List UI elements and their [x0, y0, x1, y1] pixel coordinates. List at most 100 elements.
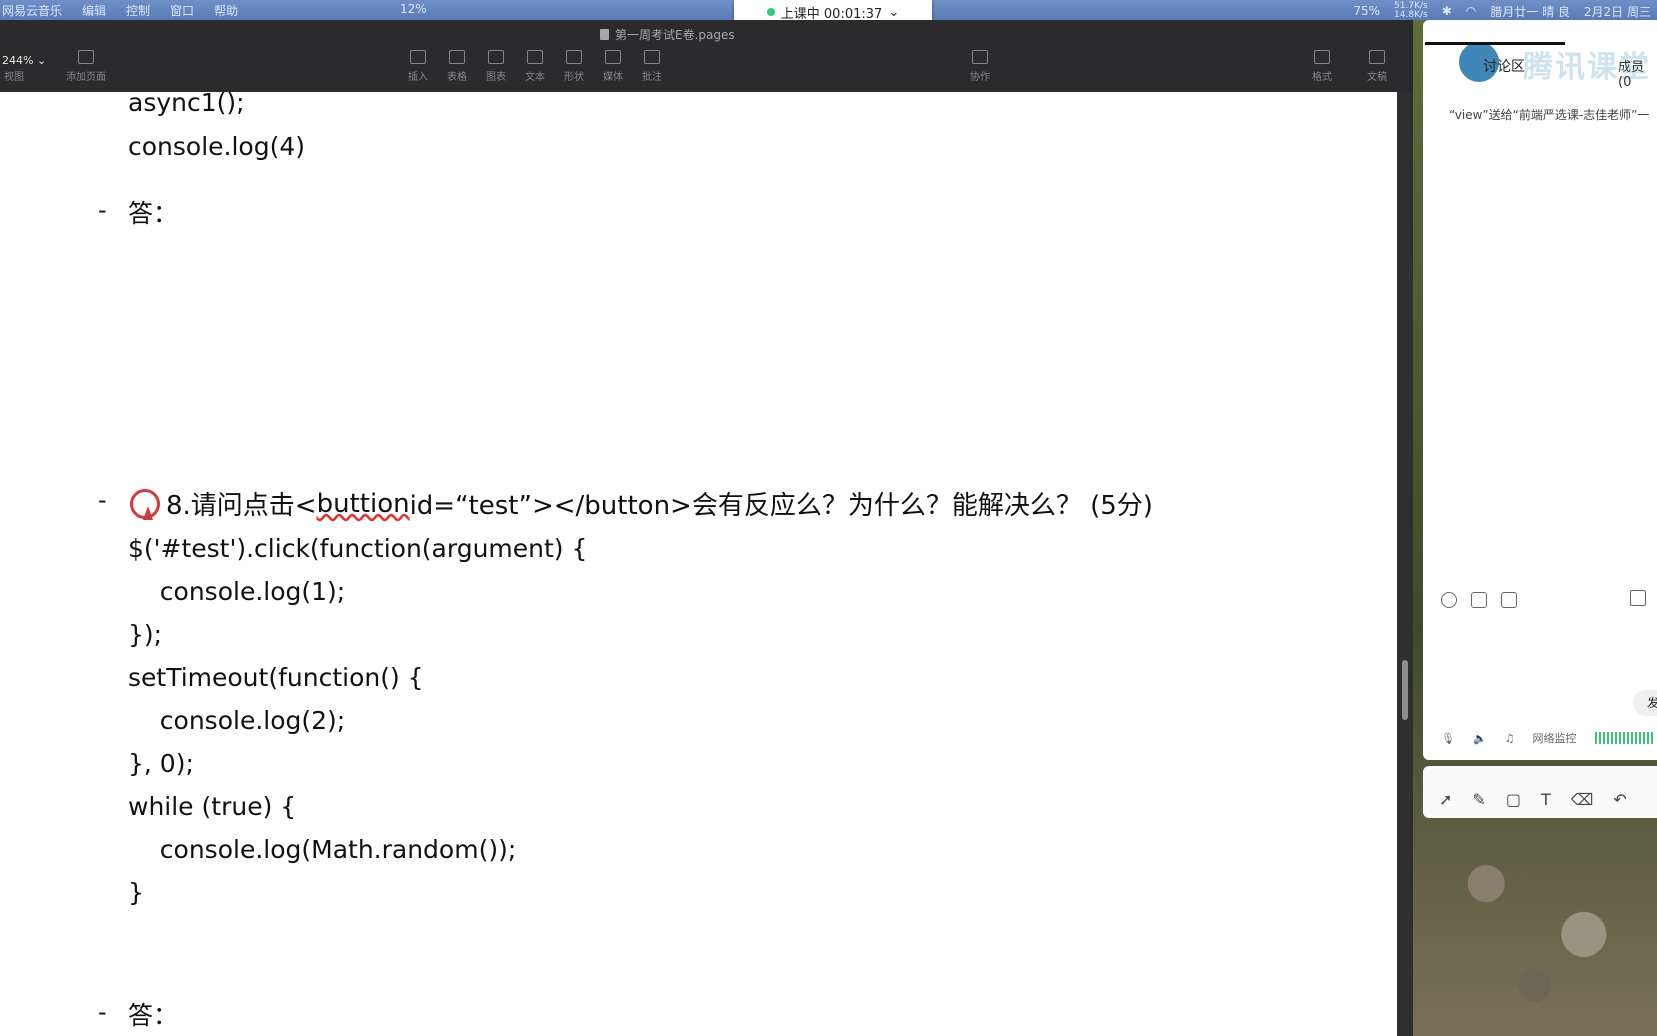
code-line: $('#test').click(function(argument) { [128, 534, 588, 563]
network-monitor-label[interactable]: 网络监控 [1533, 730, 1577, 746]
clock[interactable]: 2月2日 周三 [1584, 3, 1651, 20]
network-speed: 51.7K/s 14.8K/s [1394, 2, 1428, 20]
image-icon[interactable] [1501, 592, 1517, 608]
document-button[interactable]: 文稿 [1367, 50, 1387, 83]
code-line: console.log(1); [128, 577, 346, 606]
media-icon [605, 50, 621, 64]
scissors-icon[interactable] [1471, 592, 1487, 608]
question-8-title: 8.请问点击< buttion id=“test”></button>会有反应么？… [130, 485, 1153, 522]
view-label: 视图 [4, 72, 24, 83]
whiteboard-toolbar: ➚ ✎ ▢ T ⌫ ↶ [1423, 766, 1657, 818]
code-line: async1(); [128, 92, 245, 117]
menu-control[interactable]: 控制 [126, 2, 150, 19]
add-page-button[interactable]: 添加页面 [66, 50, 106, 83]
chart-label: 图表 [486, 72, 506, 83]
comment-icon [644, 50, 660, 64]
collaborate-button[interactable]: 协作 [970, 50, 990, 83]
text-button[interactable]: 文本 [525, 50, 545, 83]
net-down: 14.8K/s [1394, 10, 1428, 20]
question-8-text-post: id=“test”></button>会有反应么？为什么？能解决么？ (5分) [409, 491, 1153, 521]
brush-icon [1314, 50, 1330, 64]
menu-edit[interactable]: 编辑 [82, 2, 106, 19]
scrollbar-thumb[interactable] [1402, 660, 1408, 720]
shape-icon [566, 50, 582, 64]
document-icon [1369, 50, 1385, 64]
answer-label: 答： [128, 1001, 179, 1030]
code-line: console.log(4) [128, 132, 306, 161]
pen-icon[interactable]: ✎ [1472, 790, 1485, 809]
add-page-icon [78, 50, 94, 64]
menu-window[interactable]: 窗口 [170, 2, 194, 19]
list-bullet: - [98, 196, 107, 224]
code-line: console.log(Math.random()); [128, 835, 517, 864]
code-line: } [128, 878, 144, 907]
eraser-icon[interactable]: ⌫ [1571, 790, 1594, 809]
format-button[interactable]: 格式 [1312, 50, 1332, 83]
chart-icon [488, 50, 504, 64]
table-button[interactable]: 表格 [447, 50, 467, 83]
calendar-status[interactable]: 腊月廿一 晴 良 [1490, 3, 1570, 20]
code-line: console.log(2); [128, 706, 346, 735]
shape-label: 形状 [564, 72, 584, 83]
menu-help[interactable]: 帮助 [214, 2, 238, 19]
insert-label: 插入 [408, 72, 428, 83]
speaker-icon[interactable]: 🔈 [1473, 732, 1487, 745]
pages-toolbar: 第一周考试E卷.pages 244% ⌄ 视图 添加页面 插入 表格 图表 文本 [0, 20, 1413, 92]
table-label: 表格 [447, 72, 467, 83]
tab-discussion[interactable]: 讨论区 [1483, 56, 1525, 76]
media-label: 媒体 [603, 72, 623, 83]
code-line: }); [128, 620, 163, 649]
code-line: while (true) { [128, 792, 297, 821]
microphone-icon[interactable]: 🎙 [1441, 732, 1455, 745]
pages-window: 第一周考试E卷.pages 244% ⌄ 视图 添加页面 插入 表格 图表 文本 [0, 20, 1413, 1036]
code-line: setTimeout(function() { [128, 663, 424, 692]
emoji-icon[interactable] [1441, 592, 1457, 608]
audio-controls: 🎙 🔈 ♫ 网络监控 [1441, 730, 1655, 746]
document-title-text: 第一周考试E卷.pages [615, 28, 735, 42]
text-tool-icon[interactable]: T [1541, 790, 1551, 809]
pointer-icon[interactable]: ➚ [1439, 790, 1452, 809]
collaborate-label: 协作 [970, 72, 990, 83]
chart-button[interactable]: 图表 [486, 50, 506, 83]
panel-expand-icon[interactable] [1630, 590, 1646, 606]
send-button[interactable]: 发 [1633, 690, 1657, 716]
paragraph-icon [410, 50, 426, 64]
code-line: }, 0); [128, 749, 194, 778]
rectangle-icon[interactable]: ▢ [1506, 790, 1521, 809]
question-8-text-pre: 8.请问点击< [166, 491, 317, 521]
document-canvas[interactable]: async1(); console.log(4) - 答： - 8.请问点击< b… [0, 92, 1397, 1036]
music-icon[interactable]: ♫ [1505, 732, 1515, 745]
battery-indicator[interactable]: 75% [1353, 4, 1380, 18]
network-level-icon [1594, 732, 1655, 744]
document-title: 第一周考试E卷.pages [600, 26, 735, 43]
chevron-down-icon[interactable]: ⌄ [888, 5, 899, 20]
collaborate-icon [972, 50, 988, 64]
zoom-selector[interactable]: 244% ⌄ [2, 54, 46, 67]
list-bullet: - [98, 998, 107, 1026]
vertical-scrollbar[interactable] [1397, 92, 1413, 1036]
chat-input-tools [1441, 592, 1517, 608]
document-label: 文稿 [1367, 72, 1387, 83]
insert-button[interactable]: 插入 [408, 50, 428, 83]
tab-indicator [1425, 42, 1565, 45]
tab-members[interactable]: 成员(0 [1618, 56, 1657, 90]
view-button[interactable]: 视图 [4, 68, 24, 83]
file-icon [600, 29, 609, 40]
text-label: 文本 [525, 72, 545, 83]
add-page-label: 添加页面 [66, 72, 106, 83]
shape-button[interactable]: 形状 [564, 50, 584, 83]
media-button[interactable]: 媒体 [603, 50, 623, 83]
wifi-icon[interactable]: ◠ [1466, 4, 1476, 18]
bluetooth-icon[interactable]: ✱ [1442, 4, 1452, 18]
timer-label: 上课中 00:01:37 [780, 6, 883, 22]
table-icon [449, 50, 465, 64]
format-label: 格式 [1312, 72, 1332, 83]
spelling-error-word[interactable]: buttion [317, 489, 410, 519]
classroom-chat-panel: 腾讯课堂 讨论区 成员(0 “view”送给“前端严选课-志佳老师”一 发 🎙 … [1423, 20, 1657, 760]
live-dot-icon [766, 8, 775, 16]
menu-app[interactable]: 网易云音乐 [2, 2, 62, 19]
zoom-value: 244% [2, 54, 34, 67]
battery-left-indicator: 12% [400, 2, 427, 16]
undo-icon[interactable]: ↶ [1613, 790, 1626, 809]
comment-button[interactable]: 批注 [642, 50, 662, 83]
